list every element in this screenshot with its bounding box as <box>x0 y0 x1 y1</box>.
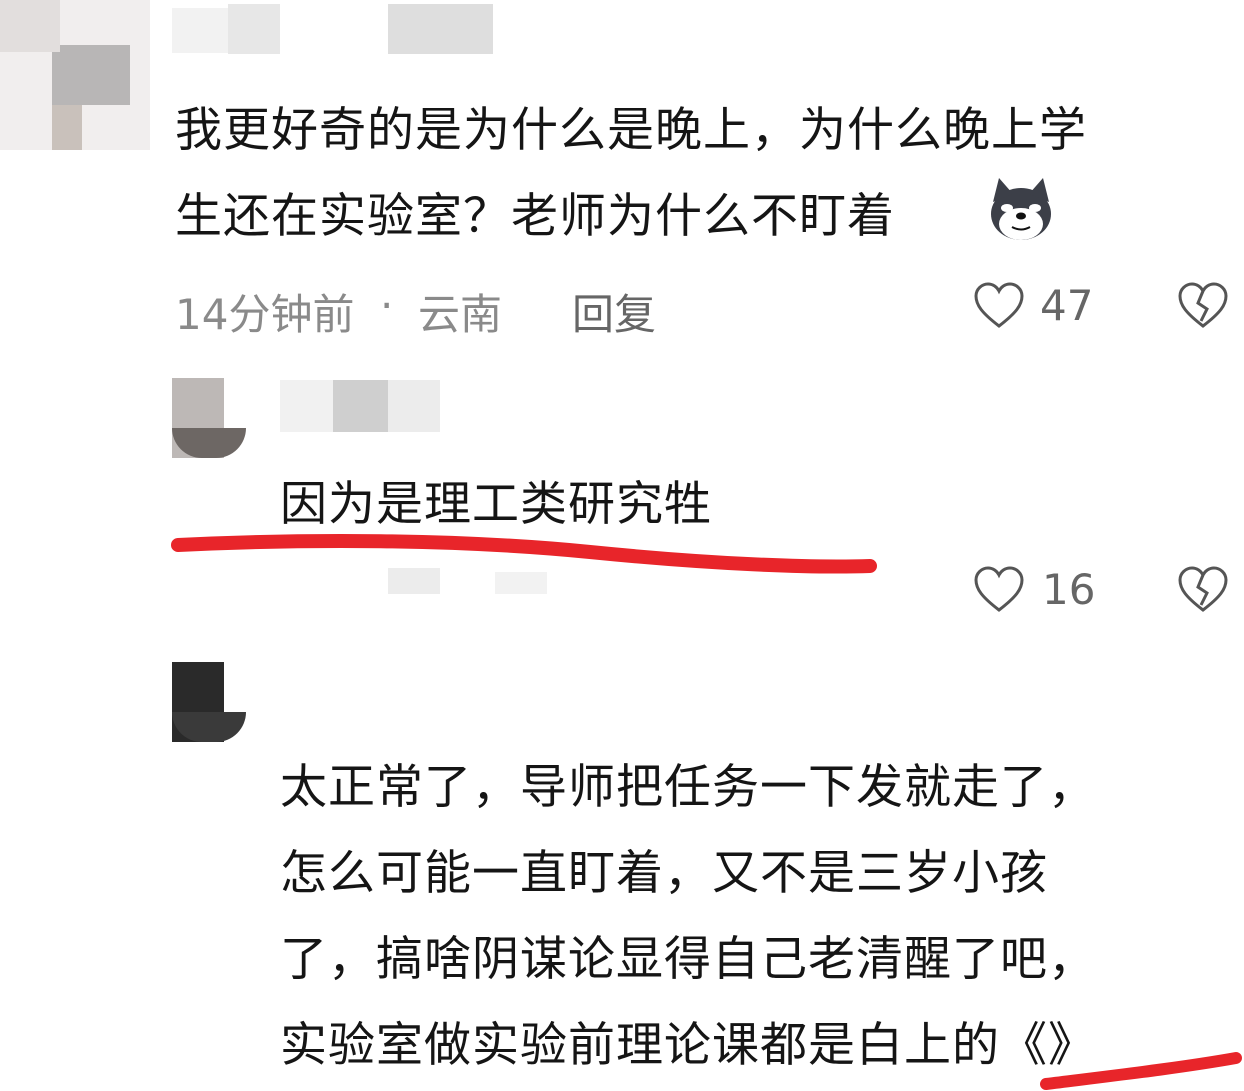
avatar[interactable] <box>172 378 246 458</box>
heart-outline-icon[interactable] <box>972 279 1026 333</box>
red-underline-annotation <box>1040 1052 1242 1090</box>
reply-button[interactable]: 回复 <box>572 281 656 342</box>
comment-time: 14分钟前 <box>175 290 355 339</box>
reply-text-line: 怎么可能一直盯着，又不是三岁小孩 <box>280 846 1048 901</box>
blurred-meta <box>388 568 440 594</box>
avatar[interactable] <box>172 662 246 742</box>
comment-text-line: 我更好奇的是为什么是晚上，为什么晚上学 <box>175 103 1087 158</box>
comment-text-line: 生还在实验室？老师为什么不盯着 <box>175 189 895 244</box>
reply-text-line: 实验室做实验前理论课都是白上的《》 <box>280 1018 1096 1073</box>
like-count: 47 <box>1040 281 1094 330</box>
blurred-meta <box>495 572 547 594</box>
meta-separator: · <box>380 281 394 330</box>
heart-outline-icon[interactable] <box>972 563 1026 617</box>
like-count: 16 <box>1042 565 1096 614</box>
reply-text-line: 太正常了，导师把任务一下发就走了， <box>280 760 1096 815</box>
broken-heart-icon[interactable] <box>1176 563 1230 617</box>
comment-location: 云南 <box>418 290 503 339</box>
dog-face-emoji-icon <box>991 178 1051 240</box>
reply-text-line: 了，搞啥阴谋论显得自己老清醒了吧， <box>280 932 1096 987</box>
broken-heart-icon[interactable] <box>1176 279 1230 333</box>
avatar[interactable] <box>0 0 150 150</box>
